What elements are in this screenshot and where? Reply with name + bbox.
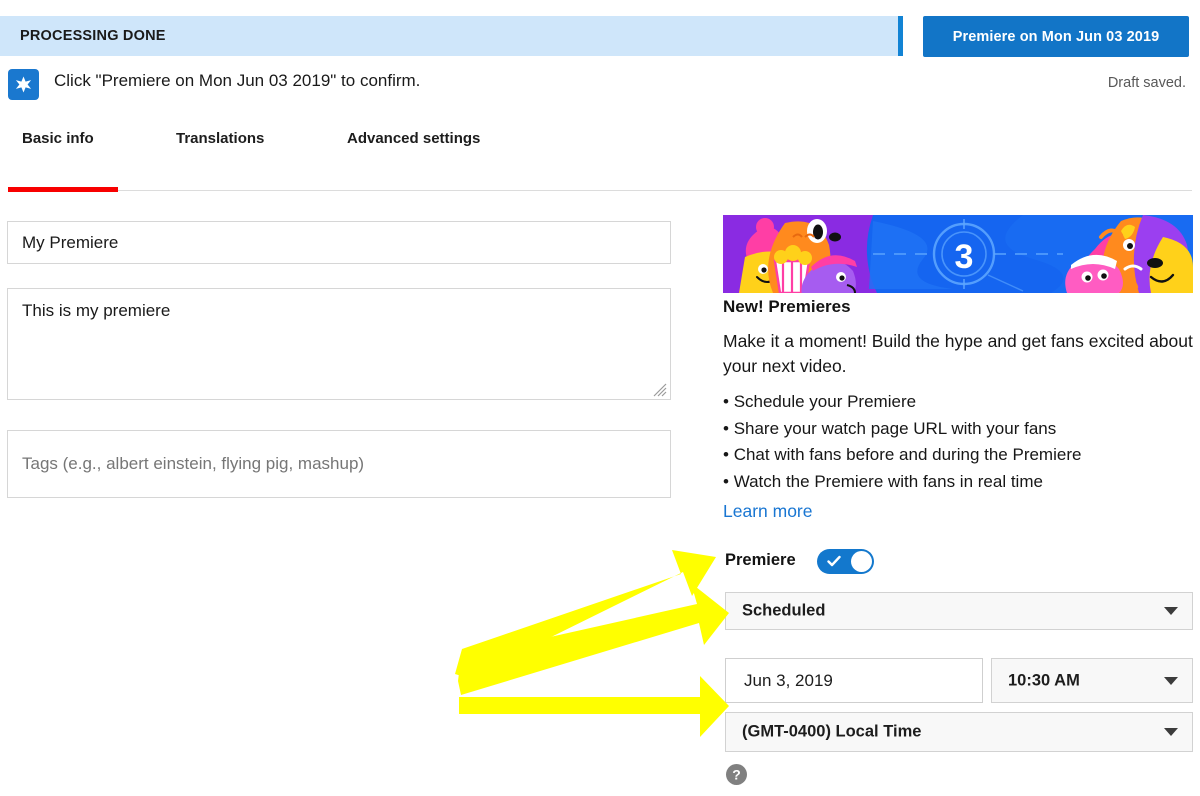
timezone-select-value: (GMT-0400) Local Time (742, 722, 922, 741)
time-select-value: 10:30 AM (1008, 671, 1080, 689)
draft-saved-status: Draft saved. (1107, 75, 1186, 91)
arrow-to-scheduled-select (458, 583, 729, 695)
toggle-knob (851, 551, 872, 572)
scheduled-select[interactable]: Scheduled (725, 592, 1193, 630)
tab-divider (8, 190, 1192, 191)
check-icon (827, 555, 841, 567)
star-icon (8, 69, 39, 100)
list-item: Watch the Premiere with fans in real tim… (723, 469, 1193, 496)
tab-translations[interactable]: Translations (176, 130, 264, 147)
promo-description: Make it a moment! Build the hype and get… (723, 331, 1193, 376)
confirm-instruction-row: Click "Premiere on Mon Jun 03 2019" to c… (0, 68, 1200, 102)
tab-bar: Basic info Translations Advanced setting… (0, 130, 1192, 192)
confirm-instruction-text: Click "Premiere on Mon Jun 03 2019" to c… (54, 71, 421, 90)
arrow-to-date-input (459, 672, 729, 737)
premiere-confirm-button[interactable]: Premiere on Mon Jun 03 2019 (923, 16, 1189, 57)
scheduled-select-value: Scheduled (742, 601, 826, 620)
status-banner-edge (898, 16, 903, 56)
chevron-down-icon (1164, 607, 1178, 615)
video-tags-input[interactable] (7, 430, 671, 498)
processing-status-text: PROCESSING DONE (20, 28, 166, 44)
date-input[interactable] (725, 658, 983, 703)
video-title-input[interactable] (7, 221, 671, 264)
video-description-textarea[interactable]: This is my premiere (7, 288, 671, 400)
promo-feature-list: Schedule your Premiere Share your watch … (723, 389, 1193, 495)
tab-advanced-settings[interactable]: Advanced settings (347, 130, 480, 147)
time-select[interactable]: 10:30 AM (991, 658, 1193, 703)
chevron-down-icon (1164, 728, 1178, 736)
premieres-countdown-banner-icon: 3 (723, 215, 1193, 293)
chevron-down-icon (1164, 676, 1178, 685)
tab-active-indicator (8, 187, 118, 192)
premiere-toggle[interactable] (817, 549, 874, 574)
tab-basic-info[interactable]: Basic info (22, 130, 94, 147)
learn-more-link[interactable]: Learn more (723, 501, 813, 522)
list-item: Schedule your Premiere (723, 389, 1193, 416)
list-item: Chat with fans before and during the Pre… (723, 442, 1193, 469)
premiere-toggle-label: Premiere (725, 551, 796, 569)
list-item: Share your watch page URL with your fans (723, 416, 1193, 443)
arrow-to-premiere-toggle (455, 550, 716, 678)
timezone-select[interactable]: (GMT-0400) Local Time (725, 712, 1193, 752)
svg-text:?: ? (732, 767, 741, 783)
promo-heading: New! Premieres (723, 297, 851, 316)
svg-text:3: 3 (955, 238, 974, 276)
question-mark-icon[interactable]: ? (726, 764, 747, 785)
